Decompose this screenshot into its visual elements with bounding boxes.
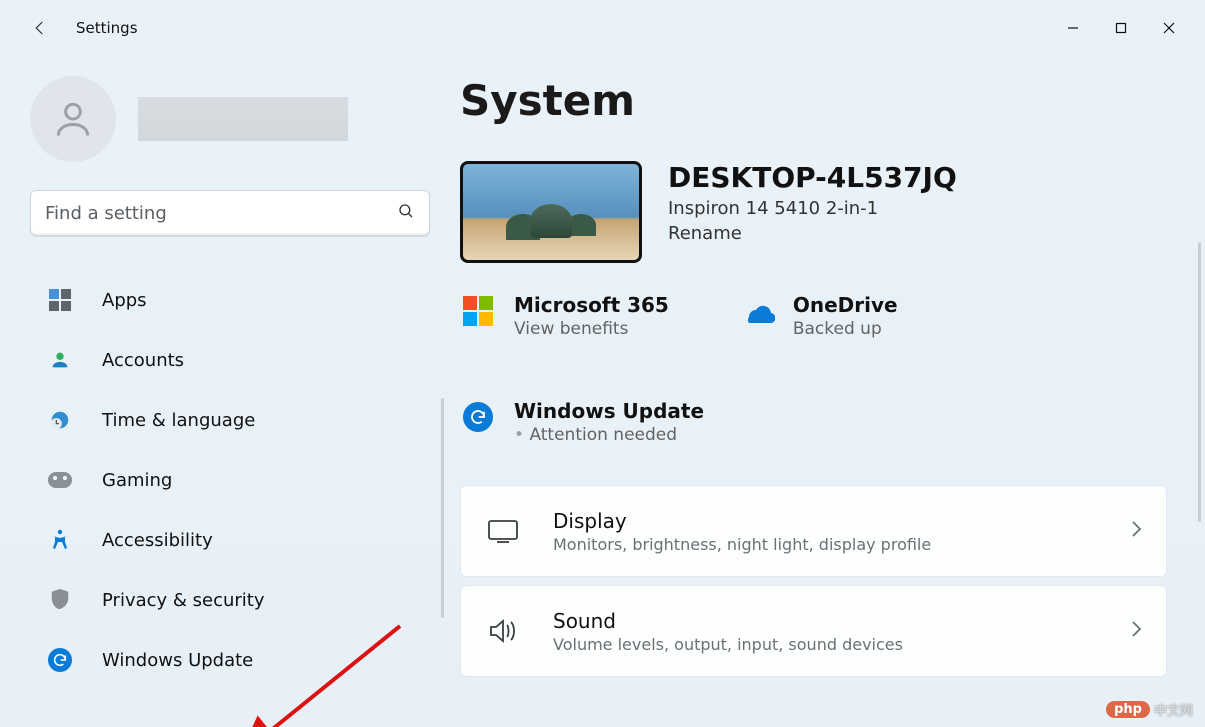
accessibility-icon (46, 526, 74, 554)
info-tiles: Microsoft 365 View benefits OneDrive Bac… (460, 293, 1175, 445)
row-sound[interactable]: Sound Volume levels, output, input, soun… (460, 585, 1167, 677)
row-display[interactable]: Display Monitors, brightness, night ligh… (460, 485, 1167, 577)
chevron-right-icon (1130, 620, 1142, 642)
back-button[interactable] (22, 10, 58, 46)
windows-update-icon (46, 646, 74, 674)
row-title: Sound (553, 609, 1098, 633)
apps-icon (46, 286, 74, 314)
settings-list: Display Monitors, brightness, night ligh… (460, 485, 1175, 677)
sidebar-item-apps[interactable]: Apps (30, 270, 430, 330)
sidebar-item-time-language[interactable]: Time & language (30, 390, 430, 450)
nav-list: Apps Accounts Time & language Gaming (30, 270, 430, 690)
search-input[interactable] (45, 203, 397, 224)
privacy-security-icon (46, 586, 74, 614)
minimize-icon (1067, 22, 1079, 34)
device-wallpaper-thumb (460, 161, 642, 263)
close-button[interactable] (1145, 10, 1193, 46)
maximize-icon (1115, 22, 1127, 34)
sidebar-item-label: Accounts (102, 350, 184, 371)
sidebar-item-windows-update[interactable]: Windows Update (30, 630, 430, 690)
person-icon (51, 97, 95, 141)
watermark-brand: php (1106, 701, 1150, 718)
sidebar-item-gaming[interactable]: Gaming (30, 450, 430, 510)
sidebar-item-label: Windows Update (102, 650, 253, 671)
page-title: System (460, 76, 1175, 125)
gaming-icon (46, 466, 74, 494)
accounts-icon (46, 346, 74, 374)
tile-title: Windows Update (514, 399, 704, 423)
sidebar-item-label: Accessibility (102, 530, 213, 551)
display-icon (485, 513, 521, 549)
tile-title: OneDrive (793, 293, 898, 317)
avatar (30, 76, 116, 162)
tile-title: Microsoft 365 (514, 293, 669, 317)
profile-name-redacted (138, 97, 348, 141)
close-icon (1163, 22, 1175, 34)
time-language-icon (46, 406, 74, 434)
tile-microsoft-365[interactable]: Microsoft 365 View benefits (460, 293, 669, 339)
maximize-button[interactable] (1097, 10, 1145, 46)
device-summary: DESKTOP-4L537JQ Inspiron 14 5410 2-in-1 … (460, 161, 1175, 263)
sidebar: Apps Accounts Time & language Gaming (0, 56, 460, 727)
row-subtext: Volume levels, output, input, sound devi… (553, 635, 1098, 654)
sidebar-item-privacy-security[interactable]: Privacy & security (30, 570, 430, 630)
tile-subtext: Backed up (793, 319, 898, 339)
tile-subtext: View benefits (514, 319, 669, 339)
profile-block[interactable] (30, 76, 430, 162)
device-name: DESKTOP-4L537JQ (668, 161, 957, 194)
windows-update-status-icon (460, 399, 496, 435)
titlebar: Settings (0, 0, 1205, 56)
chevron-right-icon (1130, 520, 1142, 542)
main-scrollbar-thumb[interactable] (1198, 242, 1201, 522)
microsoft-365-icon (460, 293, 496, 329)
sidebar-item-accessibility[interactable]: Accessibility (30, 510, 430, 570)
device-model: Inspiron 14 5410 2-in-1 (668, 198, 957, 219)
watermark-text: 中文网 (1154, 700, 1193, 719)
minimize-button[interactable] (1049, 10, 1097, 46)
rename-link[interactable]: Rename (668, 223, 957, 244)
row-title: Display (553, 509, 1098, 533)
sidebar-item-label: Privacy & security (102, 590, 265, 611)
main-content: System DESKTOP-4L537JQ Inspiron 14 5410 … (460, 56, 1205, 727)
back-arrow-icon (31, 19, 49, 37)
tile-onedrive[interactable]: OneDrive Backed up (739, 293, 898, 339)
search-icon (397, 202, 415, 224)
tile-subtext: Attention needed (514, 425, 704, 445)
window-controls (1049, 10, 1193, 46)
search-box[interactable] (30, 190, 430, 236)
sidebar-item-label: Time & language (102, 410, 255, 431)
onedrive-icon (739, 293, 775, 329)
row-subtext: Monitors, brightness, night light, displ… (553, 535, 1098, 554)
window-title: Settings (76, 19, 138, 37)
sound-icon (485, 613, 521, 649)
sidebar-item-label: Gaming (102, 470, 172, 491)
tile-windows-update[interactable]: Windows Update Attention needed (460, 399, 1175, 445)
watermark: php 中文网 (1106, 700, 1193, 719)
sidebar-item-label: Apps (102, 290, 147, 311)
sidebar-item-accounts[interactable]: Accounts (30, 330, 430, 390)
nav-scrollbar-thumb[interactable] (441, 398, 444, 618)
